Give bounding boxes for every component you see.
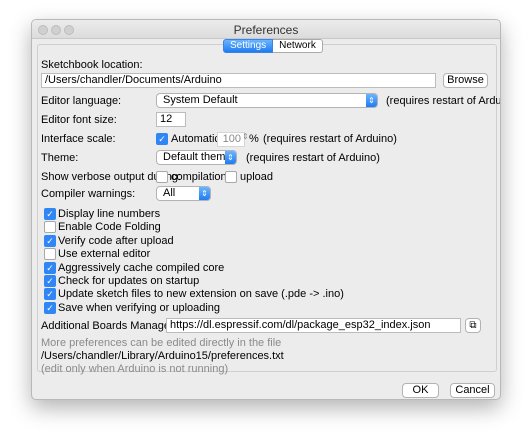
editor-font-size-field[interactable]: 12 <box>156 112 186 127</box>
chevron-updown-icon: ⇕ <box>199 187 210 200</box>
theme-restart-note: (requires restart of Arduino) <box>246 152 380 164</box>
cancel-button[interactable]: Cancel <box>450 383 495 398</box>
tab-settings[interactable]: Settings <box>223 39 274 53</box>
interface-scale-unit: % <box>249 133 259 145</box>
compiler-warnings-label: Compiler warnings: <box>41 188 136 200</box>
preferences-file-note: (edit only when Arduino is not running) <box>41 363 229 375</box>
automatic-label: Automatic <box>171 133 220 145</box>
preferences-file-path: /Users/chandler/Library/Arduino15/prefer… <box>41 350 284 362</box>
option-checkbox[interactable]: ✓ <box>44 235 56 247</box>
option-checkbox[interactable]: ✓ <box>44 262 56 274</box>
ok-button[interactable]: OK <box>402 383 439 398</box>
option-checkbox[interactable] <box>44 248 56 260</box>
option-label: Aggressively cache compiled core <box>58 262 225 274</box>
option-checkbox[interactable]: ✓ <box>44 288 56 300</box>
compilation-label: compilation <box>171 171 227 183</box>
browse-button[interactable]: Browse <box>443 73 488 88</box>
option-label: Display line numbers <box>58 208 161 220</box>
compilation-checkbox[interactable] <box>156 171 168 183</box>
interface-scale-label: Interface scale: <box>41 133 116 145</box>
option-checkbox[interactable]: ✓ <box>44 208 56 220</box>
option-label: Enable Code Folding <box>58 221 161 233</box>
chevron-updown-icon: ⇕ <box>225 151 236 164</box>
option-label: Update sketch files to new extension on … <box>58 288 344 300</box>
title-bar: Preferences <box>32 20 500 39</box>
option-checkbox[interactable]: ✓ <box>44 302 56 314</box>
compiler-warnings-value: All <box>163 187 176 199</box>
open-window-icon[interactable]: ⧉ <box>465 318 481 333</box>
option-checkbox[interactable] <box>44 221 56 233</box>
theme-select[interactable]: Default theme ⇕ <box>156 150 237 165</box>
option-label: Use external editor <box>58 248 151 260</box>
interface-scale-restart-note: (requires restart of Arduino) <box>263 133 397 145</box>
preferences-window: Preferences Settings Network Sketchbook … <box>31 19 501 400</box>
theme-label: Theme: <box>41 152 79 164</box>
editor-language-value: System Default <box>163 94 238 106</box>
option-checkbox[interactable]: ✓ <box>44 275 56 287</box>
stepper-icon[interactable]: ⇕ <box>242 132 249 141</box>
theme-value: Default theme <box>163 151 232 163</box>
editor-font-size-label: Editor font size: <box>41 114 117 126</box>
automatic-checkbox[interactable]: ✓ <box>156 133 168 145</box>
preferences-file-hint: More preferences can be edited directly … <box>41 337 282 349</box>
compiler-warnings-select[interactable]: All ⇕ <box>156 186 211 201</box>
editor-language-select[interactable]: System Default ⇕ <box>156 93 378 108</box>
tab-network[interactable]: Network <box>273 39 323 53</box>
upload-label: upload <box>240 171 274 183</box>
option-label: Check for updates on startup <box>58 275 200 287</box>
editor-language-label: Editor language: <box>41 95 122 107</box>
upload-checkbox[interactable] <box>225 171 237 183</box>
option-label: Verify code after upload <box>58 235 174 247</box>
window-title: Preferences <box>233 23 299 37</box>
chevron-updown-icon: ⇕ <box>366 94 377 107</box>
tab-bar: Settings Network <box>223 39 323 53</box>
boards-manager-urls-field[interactable]: https://dl.espressif.com/dl/package_esp3… <box>166 318 461 333</box>
sketchbook-path-field[interactable]: /Users/chandler/Documents/Arduino <box>41 73 436 88</box>
editor-language-restart-note: (requires restart of Arduino) <box>386 95 501 107</box>
interface-scale-field[interactable]: 100 <box>217 132 245 147</box>
sketchbook-location-label: Sketchbook location: <box>41 59 143 71</box>
option-label: Save when verifying or uploading <box>58 302 221 314</box>
